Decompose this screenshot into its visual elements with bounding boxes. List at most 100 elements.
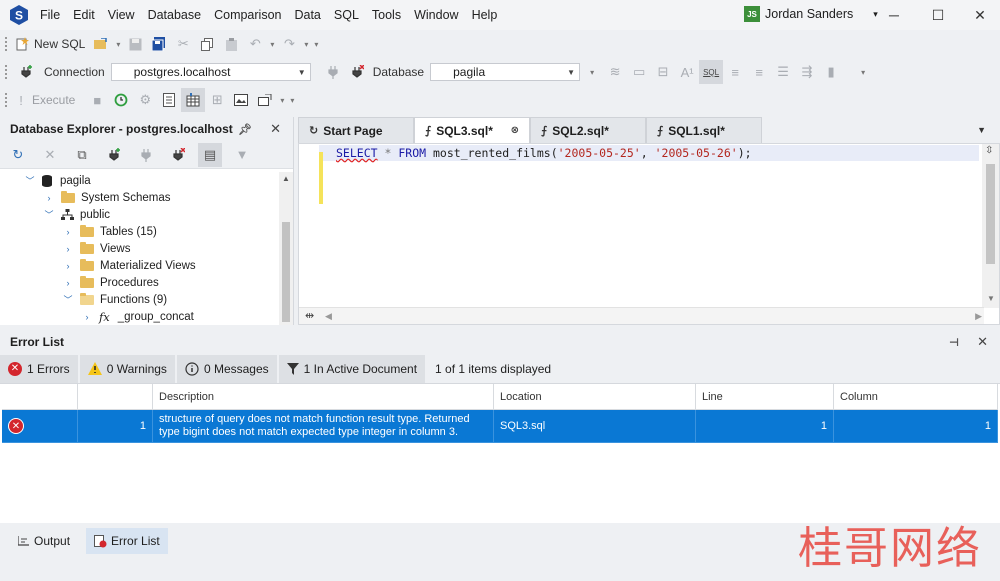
- toolbar-overflow-icon[interactable]: ▾: [861, 68, 865, 77]
- menu-comparison[interactable]: Comparison: [214, 8, 281, 22]
- chevron-right-icon[interactable]: ›: [62, 244, 74, 254]
- warnings-filter-button[interactable]: 0 Warnings: [79, 354, 175, 383]
- split-icon[interactable]: ⇳: [985, 145, 993, 156]
- header-column[interactable]: Column: [834, 384, 998, 410]
- scroll-up-icon[interactable]: ▲: [282, 174, 290, 183]
- sql-editor[interactable]: SELECT * FROM most_rented_films('2005-05…: [298, 143, 1000, 325]
- tree-node-pagila[interactable]: ﹀ pagila: [0, 172, 280, 189]
- connect-icon[interactable]: [321, 60, 345, 84]
- chevron-right-icon[interactable]: ›: [43, 193, 55, 203]
- save-icon[interactable]: [123, 32, 147, 56]
- split-horizontal-icon[interactable]: ⇹: [305, 309, 314, 322]
- execute-current-icon[interactable]: [157, 88, 181, 112]
- menu-edit[interactable]: Edit: [73, 8, 95, 22]
- new-connection-icon[interactable]: [14, 60, 38, 84]
- chevron-down-icon[interactable]: ▾: [590, 68, 594, 77]
- tab-output[interactable]: Output: [10, 528, 78, 554]
- editor-horizontal-scrollbar[interactable]: ⇹ ◀ ▶: [299, 307, 984, 324]
- chevron-down-icon[interactable]: ▾: [116, 40, 120, 49]
- tab-list-dropdown-icon[interactable]: ▼: [977, 125, 986, 135]
- paste-icon[interactable]: [219, 32, 243, 56]
- profile-icon[interactable]: ⚙: [133, 88, 157, 112]
- pin-icon[interactable]: ⊣: [949, 336, 959, 349]
- filter-icon[interactable]: ▼: [230, 143, 254, 167]
- layout-icon[interactable]: ⊞: [205, 88, 229, 112]
- tree-node-functions[interactable]: ﹀ Functions (9): [0, 291, 280, 308]
- toolbar-overflow-icon[interactable]: ▾: [290, 96, 294, 105]
- export-icon[interactable]: [253, 88, 277, 112]
- minimize-button[interactable]: ─: [884, 5, 904, 25]
- editor-vertical-scrollbar[interactable]: ⇳ ▼: [982, 144, 999, 308]
- stop-icon[interactable]: ■: [85, 88, 109, 112]
- menu-database[interactable]: Database: [148, 8, 202, 22]
- menu-view[interactable]: View: [108, 8, 135, 22]
- tab-sql2[interactable]: ⨍ SQL2.sql*: [530, 117, 646, 143]
- close-tab-icon[interactable]: ⊗: [511, 125, 519, 136]
- toolbar-overflow-icon[interactable]: ▾: [314, 40, 318, 49]
- tree-node-procedures[interactable]: › Procedures: [0, 274, 280, 291]
- format-icon[interactable]: ≋: [603, 60, 627, 84]
- undo-icon[interactable]: ↶: [243, 32, 267, 56]
- tree-node-public[interactable]: ﹀ public: [0, 206, 280, 223]
- copy-icon[interactable]: [195, 32, 219, 56]
- chevron-right-icon[interactable]: ›: [62, 227, 74, 237]
- redo-icon[interactable]: ↷: [277, 32, 301, 56]
- user-account[interactable]: JS Jordan Sanders ▾: [744, 6, 878, 22]
- comment-icon[interactable]: ▭: [627, 60, 651, 84]
- refresh-icon[interactable]: ↻: [6, 143, 30, 167]
- wrap-icon[interactable]: ⇶: [795, 60, 819, 84]
- header-location[interactable]: Location: [494, 384, 696, 410]
- menu-file[interactable]: File: [40, 8, 60, 22]
- menu-data[interactable]: Data: [294, 8, 320, 22]
- delete-icon[interactable]: ✕: [38, 143, 62, 167]
- header-line[interactable]: Line: [696, 384, 834, 410]
- close-icon[interactable]: ✕: [270, 121, 281, 137]
- menu-window[interactable]: Window: [414, 8, 458, 22]
- chevron-down-icon[interactable]: ﹀: [43, 208, 55, 221]
- tree-node-group-concat[interactable]: › fx _group_concat: [0, 308, 280, 325]
- scrollbar-thumb[interactable]: [282, 222, 290, 322]
- explorer-scrollbar[interactable]: ▲: [279, 172, 293, 325]
- toolbar-grip[interactable]: [5, 93, 8, 107]
- chevron-right-icon[interactable]: ›: [62, 278, 74, 288]
- chevron-down-icon[interactable]: ﹀: [62, 293, 74, 306]
- image-icon[interactable]: [229, 88, 253, 112]
- menu-tools[interactable]: Tools: [372, 8, 401, 22]
- table-row[interactable]: ✕ 1 structure of query does not match fu…: [2, 410, 998, 443]
- header-description[interactable]: Description: [153, 384, 494, 410]
- scrollbar-thumb[interactable]: [986, 164, 995, 264]
- close-button[interactable]: ✕: [970, 5, 990, 25]
- pin-icon[interactable]: 📌︎: [238, 123, 252, 136]
- tree-node-tables[interactable]: › Tables (15): [0, 223, 280, 240]
- disconnect-icon[interactable]: [166, 143, 190, 167]
- toolbar-grip[interactable]: [5, 65, 8, 79]
- uncomment-icon[interactable]: ⊟: [651, 60, 675, 84]
- chevron-down-icon[interactable]: ﹀: [24, 174, 36, 187]
- tab-error-list[interactable]: Error List: [86, 528, 168, 554]
- maximize-button[interactable]: ☐: [928, 5, 948, 25]
- chevron-right-icon[interactable]: ›: [62, 261, 74, 271]
- close-icon[interactable]: ✕: [977, 334, 988, 350]
- errors-filter-button[interactable]: ✕ 1 Errors: [0, 354, 78, 383]
- tree-node-system-schemas[interactable]: › System Schemas: [0, 189, 280, 206]
- toolbar-grip[interactable]: [5, 37, 8, 51]
- outdent-icon[interactable]: ≡: [747, 60, 771, 84]
- chevron-right-icon[interactable]: ›: [81, 312, 93, 322]
- results-grid-icon[interactable]: [181, 88, 206, 112]
- collapse-all-icon[interactable]: ⧉: [70, 143, 94, 167]
- cut-icon[interactable]: ✂: [171, 32, 195, 56]
- chevron-down-icon[interactable]: ▾: [270, 40, 274, 49]
- chevron-down-icon[interactable]: ▾: [304, 40, 308, 49]
- disconnect-icon[interactable]: [345, 60, 369, 84]
- sql-mode-icon[interactable]: SQL: [699, 60, 724, 84]
- tree-node-materialized-views[interactable]: › Materialized Views: [0, 257, 280, 274]
- scroll-left-icon[interactable]: ◀: [325, 311, 332, 322]
- chevron-down-icon[interactable]: ▾: [280, 96, 284, 105]
- active-document-filter-button[interactable]: 1 In Active Document: [278, 354, 426, 383]
- filter-toggle-icon[interactable]: ▤: [198, 142, 222, 167]
- messages-filter-button[interactable]: 0 Messages: [176, 354, 277, 383]
- menu-help[interactable]: Help: [472, 8, 498, 22]
- refresh-green-icon[interactable]: [109, 88, 133, 112]
- chevron-down-icon[interactable]: ▾: [873, 9, 878, 20]
- new-sql-button[interactable]: New SQL: [34, 37, 85, 51]
